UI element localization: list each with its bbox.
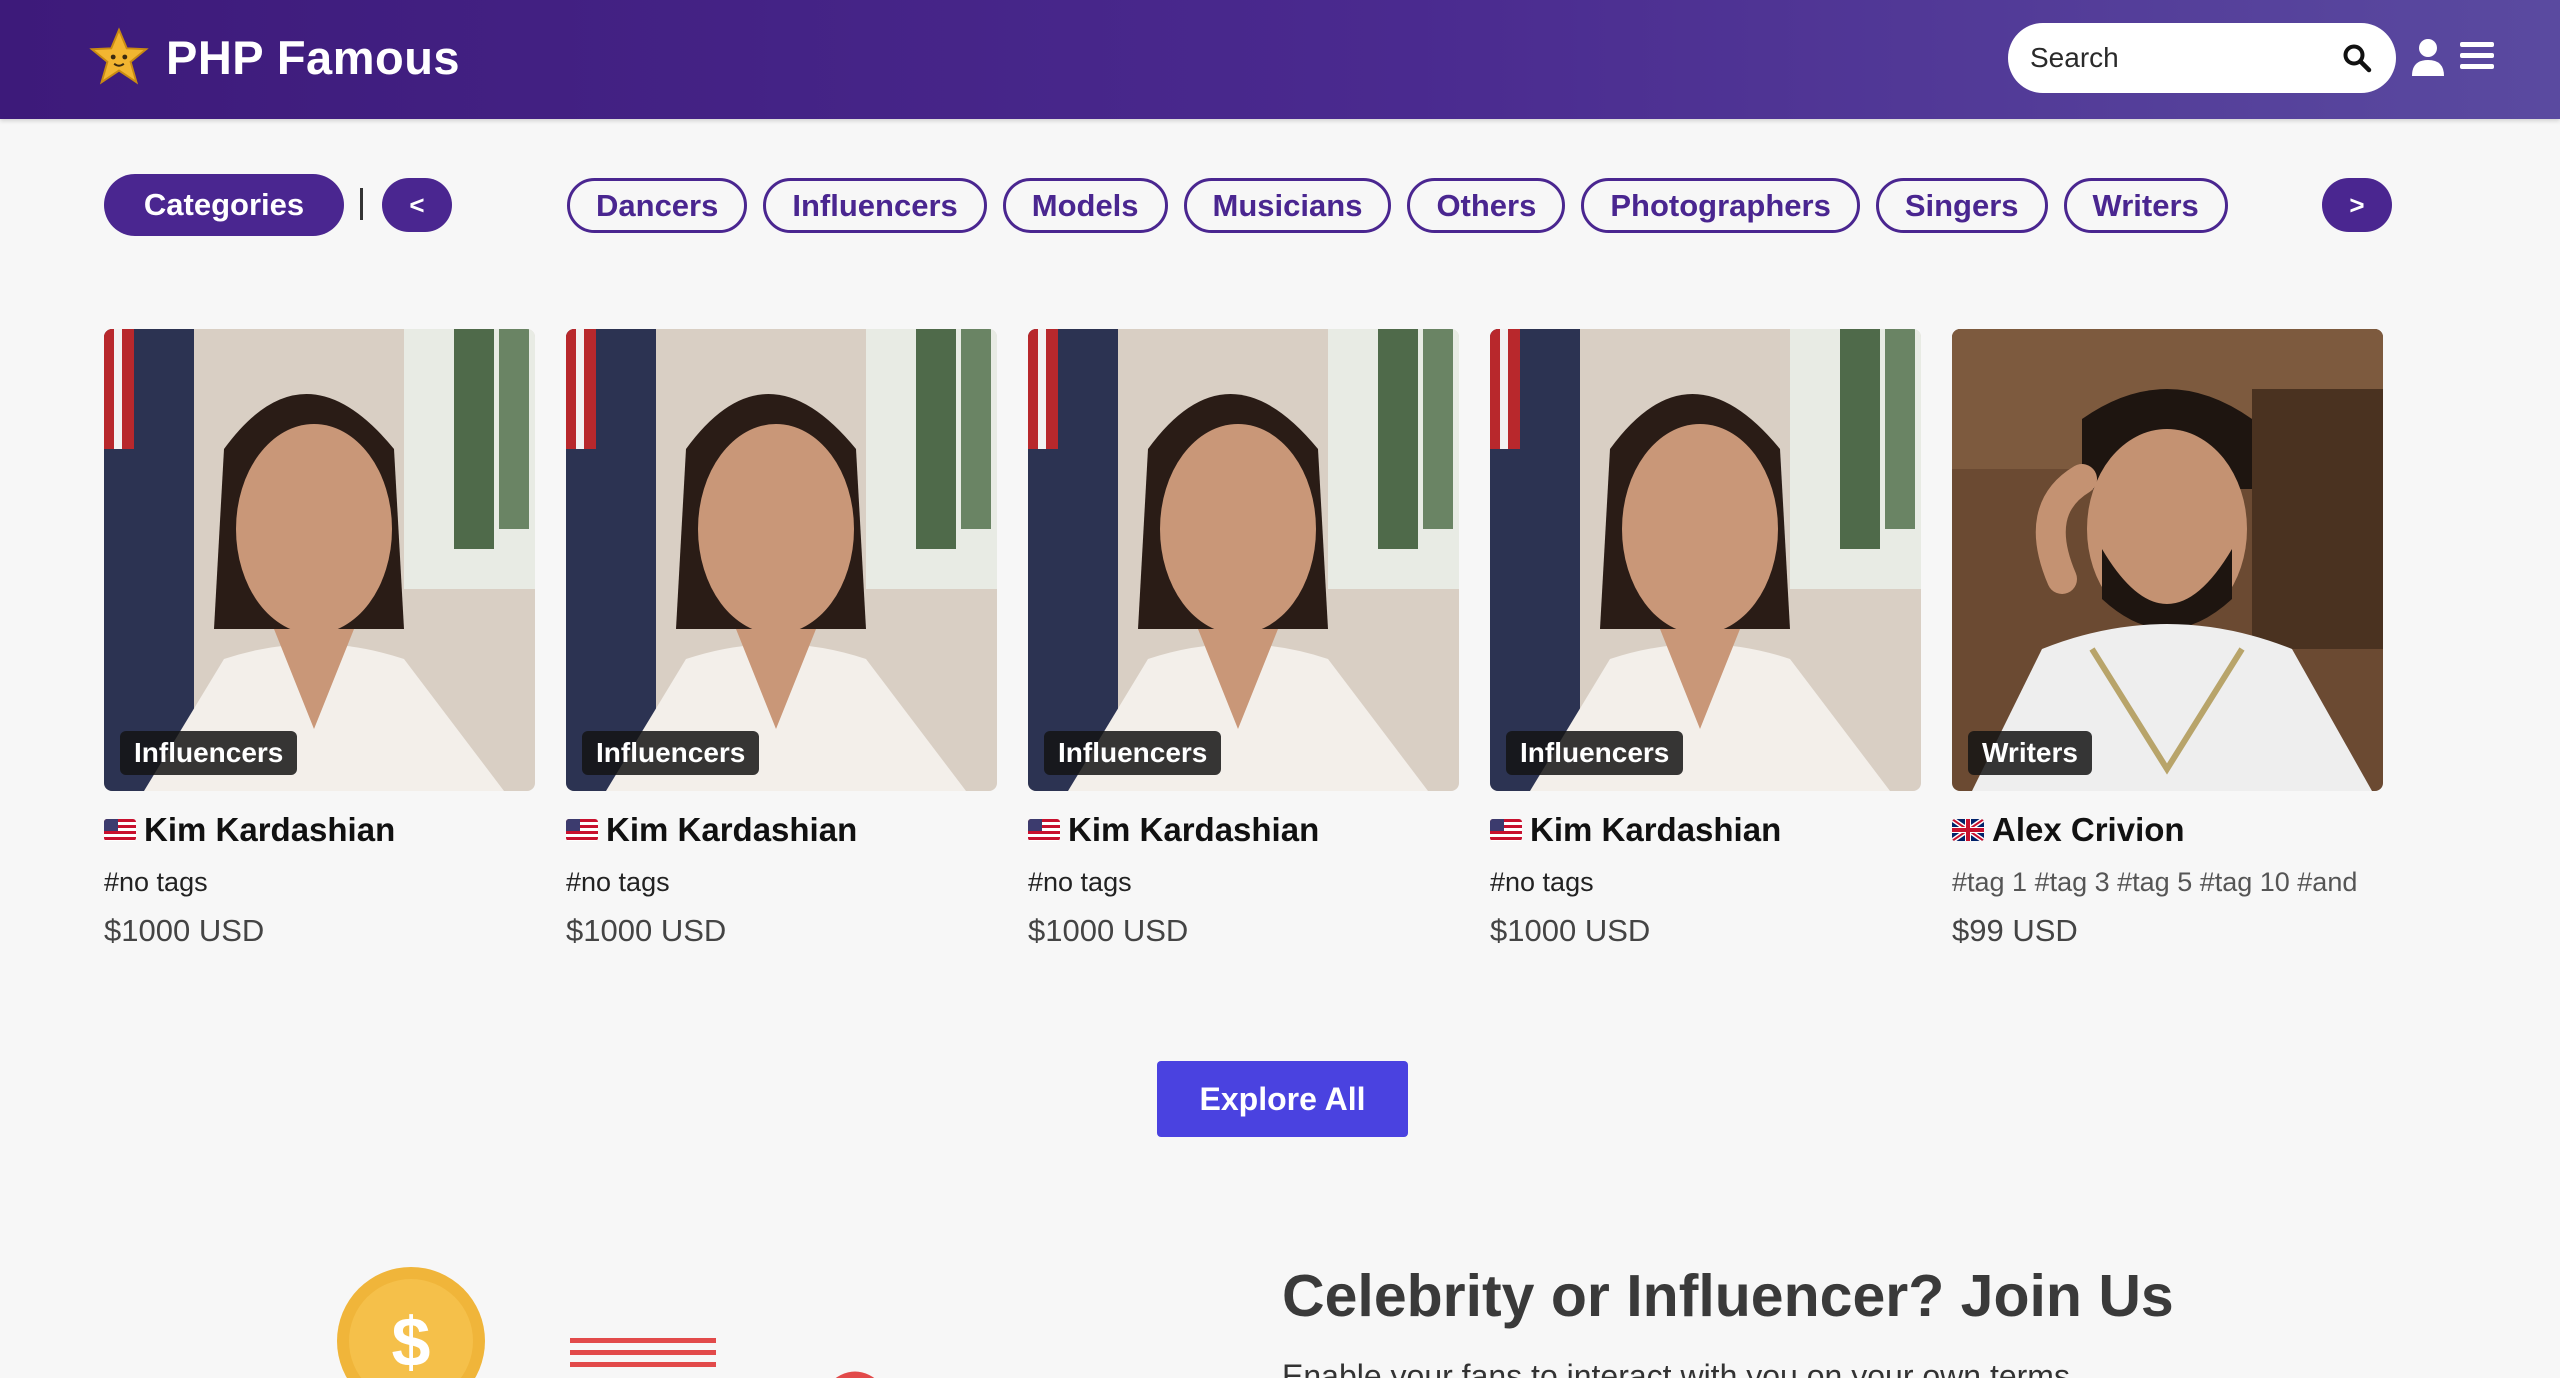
celebrity-tags: #no tags <box>1490 867 1594 897</box>
category-pill-dancers[interactable]: Dancers <box>567 178 748 233</box>
menu-icon[interactable] <box>2460 40 2494 72</box>
celebrity-card[interactable]: Influencers Kim Kardashian #no tags $100… <box>1028 329 1459 949</box>
us-flag-icon <box>1028 819 1060 841</box>
us-flag-icon <box>104 819 136 841</box>
user-icon[interactable] <box>2410 38 2446 76</box>
celebrity-price: $1000 USD <box>566 913 727 948</box>
search-box[interactable] <box>2008 23 2396 93</box>
celebrity-photo[interactable]: Influencers <box>1490 329 1921 791</box>
category-badge: Influencers <box>120 731 298 775</box>
uk-flag-icon <box>1952 819 1984 841</box>
card-title[interactable]: Kim Kardashian <box>1028 811 1459 849</box>
celebrity-photo[interactable]: Influencers <box>566 329 997 791</box>
category-badge: Influencers <box>582 731 760 775</box>
category-pill-photographers[interactable]: Photographers <box>1581 178 1860 233</box>
dollar-coin-icon: $ <box>337 1267 485 1378</box>
celebrity-card[interactable]: Influencers Kim Kardashian #no tags $100… <box>104 329 535 949</box>
celebrity-tags: #no tags <box>104 867 208 897</box>
join-section-title: Celebrity or Influencer? Join Us <box>1282 1263 2174 1329</box>
celebrity-photo[interactable]: Influencers <box>1028 329 1459 791</box>
us-flag-icon <box>1490 819 1522 841</box>
brand-name: PHP Famous <box>166 30 461 84</box>
top-navbar: PHP Famous <box>0 0 2560 119</box>
celebrity-price: $1000 USD <box>1028 913 1189 948</box>
stripes-icon <box>570 1338 716 1367</box>
explore-all-button[interactable]: Explore All <box>1157 1061 1408 1137</box>
categories-prev-button[interactable]: < <box>382 178 452 232</box>
celebrity-name: Kim Kardashian <box>144 811 396 848</box>
categories-divider <box>360 188 363 220</box>
celebrity-name: Kim Kardashian <box>1068 811 1320 848</box>
category-pill-influencers[interactable]: Influencers <box>763 178 987 233</box>
us-flag-icon <box>566 819 598 841</box>
celebrity-tags: #no tags <box>1028 867 1132 897</box>
card-title[interactable]: Kim Kardashian <box>104 811 535 849</box>
category-badge: Influencers <box>1044 731 1222 775</box>
heart-icon <box>835 1371 875 1378</box>
categories-button[interactable]: Categories <box>104 174 344 236</box>
celebrity-price: $1000 USD <box>104 913 265 948</box>
category-pill-others[interactable]: Others <box>1407 178 1566 233</box>
categories-next-button[interactable]: > <box>2322 178 2392 232</box>
search-input[interactable] <box>2030 42 2330 74</box>
celebrity-card[interactable]: Influencers Kim Kardashian #no tags $100… <box>566 329 997 949</box>
brand-logo[interactable]: PHP Famous <box>88 26 460 88</box>
celebrity-tags: #no tags <box>566 867 670 897</box>
category-pill-list: Dancers Influencers Models Musicians Oth… <box>567 178 2228 233</box>
celebrity-price: $1000 USD <box>1490 913 1651 948</box>
join-section-subtitle: Enable your fans to interact with you on… <box>1282 1358 2070 1378</box>
celebrity-tags: #tag 1 #tag 3 #tag 5 #tag 10 #and <box>1952 867 2358 897</box>
category-pill-writers[interactable]: Writers <box>2063 178 2228 233</box>
card-title[interactable]: Kim Kardashian <box>566 811 997 849</box>
card-title[interactable]: Kim Kardashian <box>1490 811 1921 849</box>
celebrity-photo[interactable]: Writers <box>1952 329 2383 791</box>
celebrity-card[interactable]: Writers Alex Crivion #tag 1 #tag 3 #tag … <box>1952 329 2383 949</box>
category-pill-models[interactable]: Models <box>1002 178 1168 233</box>
search-icon[interactable] <box>2342 43 2372 73</box>
celebrity-price: $99 USD <box>1952 913 2078 948</box>
category-pill-singers[interactable]: Singers <box>1875 178 2048 233</box>
celebrity-photo[interactable]: Influencers <box>104 329 535 791</box>
celebrity-name: Kim Kardashian <box>1530 811 1782 848</box>
celebrity-card-list: Influencers Kim Kardashian #no tags $100… <box>104 329 2383 949</box>
category-badge: Influencers <box>1506 731 1684 775</box>
celebrity-name: Kim Kardashian <box>606 811 858 848</box>
category-badge: Writers <box>1968 731 2092 775</box>
celebrity-name: Alex Crivion <box>1992 811 2185 848</box>
svg-text:$: $ <box>392 1303 431 1378</box>
card-title[interactable]: Alex Crivion <box>1952 811 2383 849</box>
celebrity-card[interactable]: Influencers Kim Kardashian #no tags $100… <box>1490 329 1921 949</box>
category-pill-musicians[interactable]: Musicians <box>1183 178 1392 233</box>
star-logo-icon <box>89 27 149 85</box>
